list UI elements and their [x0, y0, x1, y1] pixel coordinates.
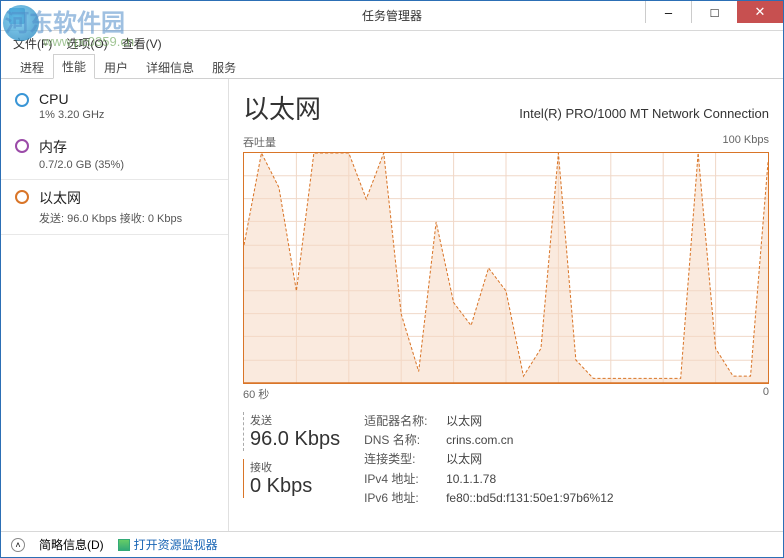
maximize-button[interactable]: □: [691, 1, 737, 23]
window-title: 任务管理器: [362, 7, 422, 24]
v-dns: crins.com.cn: [446, 431, 513, 450]
ethernet-label: 以太网: [39, 188, 182, 208]
chevron-up-icon[interactable]: ˄: [11, 538, 25, 552]
send-value: 96.0 Kbps: [250, 428, 340, 451]
recv-label: 接收: [250, 459, 340, 475]
send-label: 发送: [250, 412, 340, 428]
menubar: 文件(F) 选项(O) 查看(V): [1, 31, 783, 55]
open-resmon-link[interactable]: 打开资源监视器: [118, 536, 218, 553]
sidebar-item-ethernet[interactable]: 以太网 发送: 96.0 Kbps 接收: 0 Kbps: [1, 179, 228, 235]
chart-top-labels: 吞吐量 100 Kbps: [243, 134, 769, 150]
sidebar-item-memory[interactable]: 内存 0.7/2.0 GB (35%): [1, 129, 228, 179]
k-conn: 连接类型:: [364, 450, 436, 469]
minimize-button[interactable]: –: [645, 1, 691, 23]
titlebar: 任务管理器 – □ ✕: [1, 1, 783, 31]
resmon-icon: [118, 539, 130, 551]
k-ipv6: IPv6 地址:: [364, 489, 436, 508]
chart-bottom-left: 60 秒: [243, 386, 269, 402]
tab-processes[interactable]: 进程: [11, 55, 53, 79]
menu-view[interactable]: 查看(V): [116, 33, 168, 54]
memory-icon: [15, 139, 29, 153]
cpu-sub: 1% 3.20 GHz: [39, 109, 104, 121]
fewer-details-button[interactable]: 简略信息(D): [39, 536, 104, 553]
chart-svg: [244, 153, 768, 383]
chart-top-left: 吞吐量: [243, 134, 276, 150]
page-title: 以太网: [243, 89, 321, 126]
cpu-label: CPU: [39, 91, 104, 107]
recv-stat: 接收 0 Kbps: [243, 459, 340, 498]
stats-row: 发送 96.0 Kbps 接收 0 Kbps 适配器名称: 以太网 DNS 名称:…: [243, 412, 769, 508]
v-conn: 以太网: [446, 450, 482, 469]
window-buttons: – □ ✕: [645, 1, 783, 23]
memory-label: 内存: [39, 137, 124, 157]
sidebar: CPU 1% 3.20 GHz 内存 0.7/2.0 GB (35%) 以太网 …: [1, 79, 229, 531]
v-ipv4: 10.1.1.78: [446, 470, 496, 489]
close-button[interactable]: ✕: [737, 1, 783, 23]
send-recv-block: 发送 96.0 Kbps 接收 0 Kbps: [243, 412, 340, 508]
send-stat: 发送 96.0 Kbps: [243, 412, 340, 451]
detail-table: 适配器名称: 以太网 DNS 名称: crins.com.cn 连接类型: 以太网 I…: [364, 412, 613, 508]
tabbar: 进程 性能 用户 详细信息 服务: [1, 55, 783, 79]
menu-options[interactable]: 选项(O): [60, 33, 113, 54]
v-adapter: 以太网: [446, 412, 482, 431]
memory-sub: 0.7/2.0 GB (35%): [39, 159, 124, 171]
resmon-label: 打开资源监视器: [134, 536, 218, 553]
tab-services[interactable]: 服务: [203, 55, 245, 79]
throughput-chart: [243, 152, 769, 384]
k-ipv4: IPv4 地址:: [364, 470, 436, 489]
sidebar-item-cpu[interactable]: CPU 1% 3.20 GHz: [1, 83, 228, 129]
chart-bottom-right: 0: [763, 386, 769, 402]
tab-details[interactable]: 详细信息: [137, 55, 203, 79]
ethernet-sub: 发送: 96.0 Kbps 接收: 0 Kbps: [39, 210, 182, 226]
main-header: 以太网 Intel(R) PRO/1000 MT Network Connect…: [243, 89, 769, 126]
footer: ˄ 简略信息(D) 打开资源监视器: [1, 531, 783, 557]
v-ipv6: fe80::bd5d:f131:50e1:97b6%12: [446, 489, 613, 508]
k-adapter: 适配器名称:: [364, 412, 436, 431]
tab-users[interactable]: 用户: [95, 55, 137, 79]
recv-value: 0 Kbps: [250, 475, 340, 498]
main-panel: 以太网 Intel(R) PRO/1000 MT Network Connect…: [229, 79, 783, 531]
adapter-name: Intel(R) PRO/1000 MT Network Connection: [519, 106, 769, 121]
cpu-icon: [15, 93, 29, 107]
chart-top-right: 100 Kbps: [723, 134, 769, 150]
ethernet-icon: [15, 190, 29, 204]
k-dns: DNS 名称:: [364, 431, 436, 450]
tab-performance[interactable]: 性能: [53, 54, 95, 79]
chart-bottom-labels: 60 秒 0: [243, 386, 769, 402]
content: CPU 1% 3.20 GHz 内存 0.7/2.0 GB (35%) 以太网 …: [1, 79, 783, 531]
watermark-logo: [3, 5, 39, 41]
